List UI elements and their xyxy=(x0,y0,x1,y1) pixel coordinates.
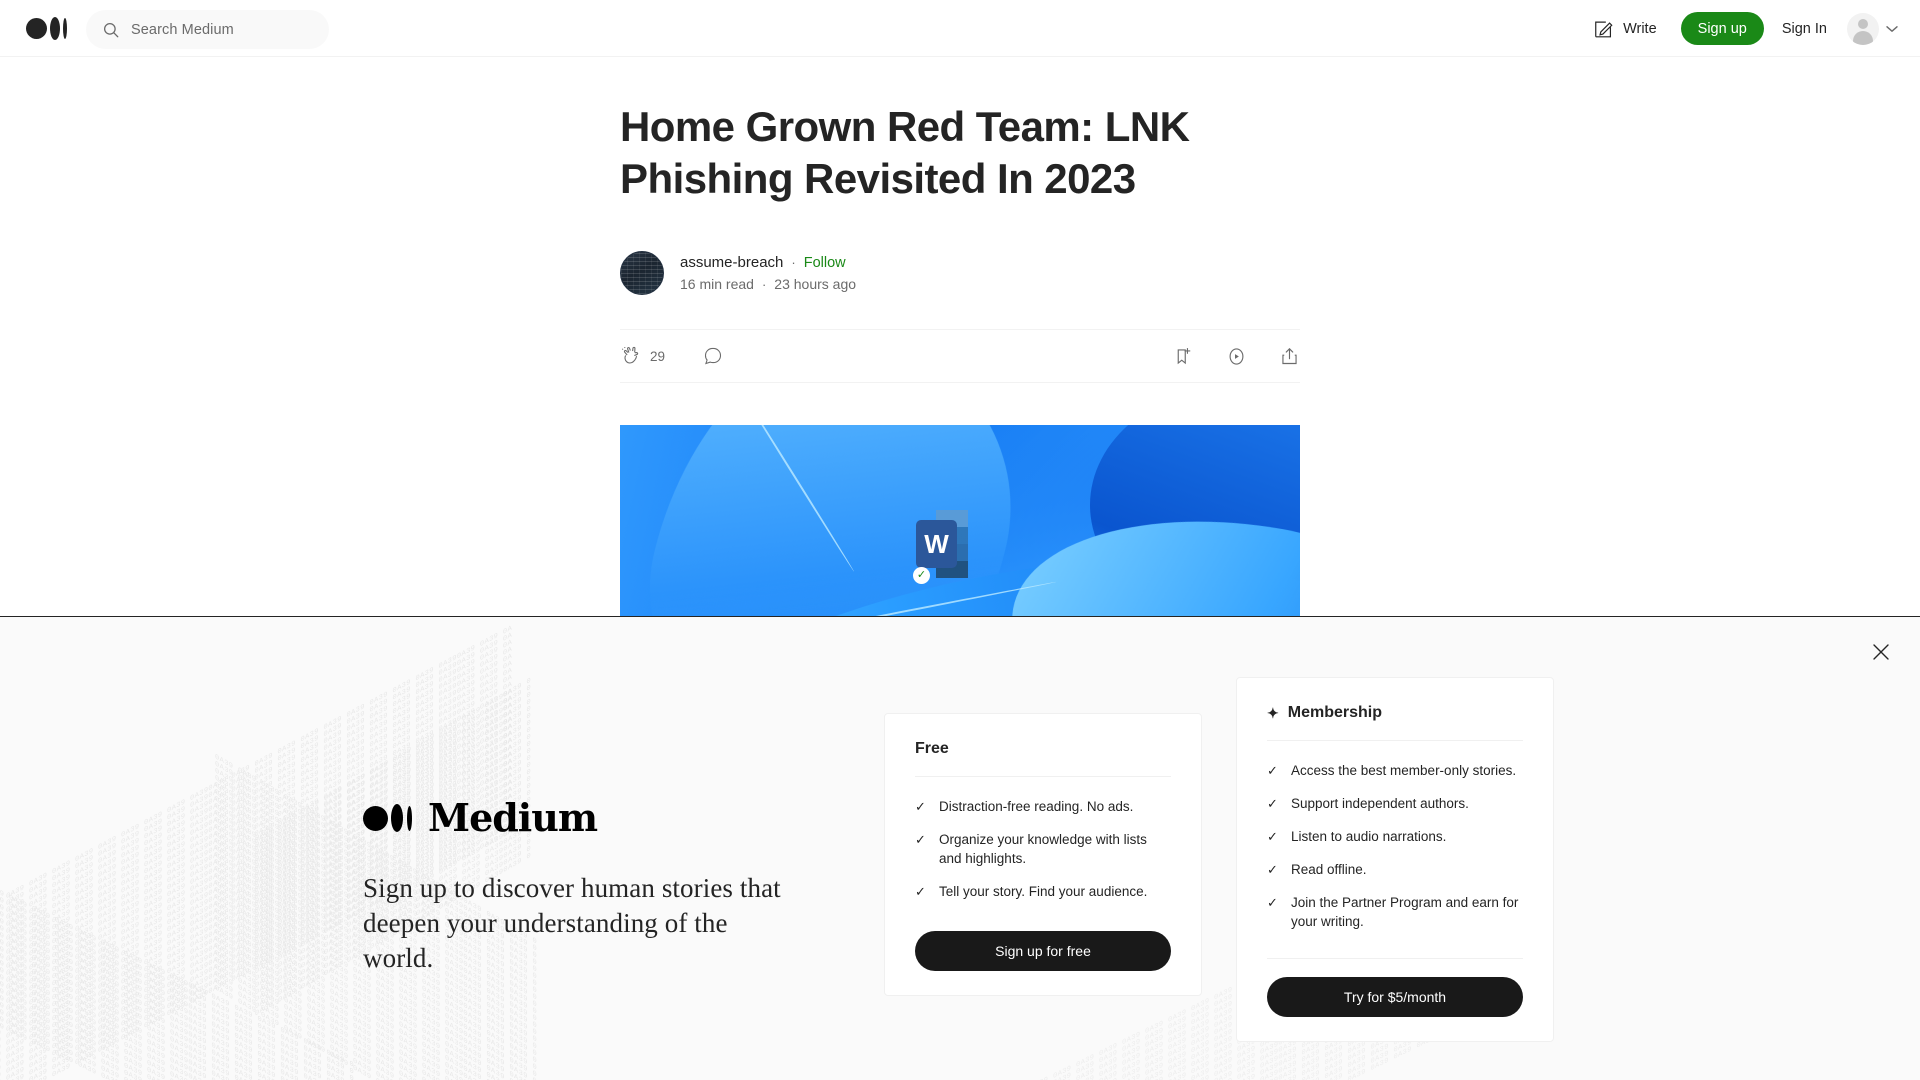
check-icon: ✓ xyxy=(1267,895,1278,910)
sparkle-icon: ✦ xyxy=(1267,705,1279,721)
check-icon: ✓ xyxy=(1267,763,1278,778)
check-icon: ✓ xyxy=(1267,796,1278,811)
free-card-title: Free xyxy=(915,740,949,757)
feature-text: Access the best member-only stories. xyxy=(1291,763,1517,778)
read-time: 16 min read xyxy=(680,276,754,292)
medium-logo-circle-medium xyxy=(50,17,60,40)
search-input[interactable]: Search Medium xyxy=(86,10,329,49)
author-avatar[interactable] xyxy=(620,251,664,295)
user-avatar-menu[interactable] xyxy=(1847,12,1898,45)
chevron-down-icon xyxy=(1886,25,1898,32)
list-item: ✓ Support independent authors. xyxy=(1267,794,1523,813)
medium-logo[interactable] xyxy=(26,16,74,41)
wordmark-circle-small xyxy=(407,806,412,831)
write-label: Write xyxy=(1623,20,1657,37)
medium-wordmark-logo xyxy=(363,803,419,833)
membership-plan-card: ✦ Membership ✓ Access the best member-on… xyxy=(1236,677,1554,1042)
signup-button[interactable]: Sign up xyxy=(1680,12,1764,45)
play-listen-icon xyxy=(1229,347,1244,365)
free-plan-card: Free ✓ Distraction-free reading. No ads.… xyxy=(884,713,1202,996)
list-item: ✓ Listen to audio narrations. xyxy=(1267,827,1523,846)
wordmark-circle-large xyxy=(363,806,388,831)
byline-separator: · xyxy=(791,255,796,270)
word-icon-tile: W xyxy=(916,520,957,568)
membership-cta-divider xyxy=(1267,958,1523,959)
search-icon xyxy=(103,22,119,37)
meta-separator: · xyxy=(761,277,767,292)
signin-button[interactable]: Sign In xyxy=(1764,21,1845,37)
wordmark-circle-medium xyxy=(391,804,403,832)
list-item: ✓ Read offline. xyxy=(1267,860,1523,879)
page-title: Home Grown Red Team: LNK Phishing Revisi… xyxy=(620,103,1190,202)
medium-logo-circle-small xyxy=(63,18,67,39)
banner-tagline: Sign up to discover human stories that d… xyxy=(363,873,781,973)
membership-feature-list: ✓ Access the best member-only stories. ✓… xyxy=(1267,761,1523,931)
list-item: ✓ Organize your knowledge with lists and… xyxy=(915,830,1171,868)
signup-banner: 0A39 0A39 0A39 0A39 0A39 0A39 0A39 0A39 … xyxy=(0,616,1920,1080)
follow-button[interactable]: Follow xyxy=(804,255,846,271)
published-date: 23 hours ago xyxy=(774,276,857,292)
banner-intro: Medium Sign up to discover human stories… xyxy=(363,799,793,976)
free-feature-list: ✓ Distraction-free reading. No ads. ✓ Or… xyxy=(915,797,1171,901)
list-item: ✓ Tell your story. Find your audience. xyxy=(915,882,1171,901)
medium-logo-circle-large xyxy=(26,18,47,39)
close-icon xyxy=(1873,644,1889,660)
feature-text: Distraction-free reading. No ads. xyxy=(939,799,1134,814)
comment-icon xyxy=(704,347,722,365)
medium-wordmark: Medium xyxy=(363,799,793,837)
microsoft-word-icon: W ✓ xyxy=(913,510,968,584)
bookmark-button[interactable] xyxy=(1173,346,1194,367)
avatar xyxy=(1847,12,1879,45)
membership-card-title: ✦ Membership xyxy=(1267,704,1523,722)
banner-content: Medium Sign up to discover human stories… xyxy=(0,617,1920,1080)
feature-text: Read offline. xyxy=(1291,862,1367,877)
comment-button[interactable] xyxy=(703,346,723,366)
verified-check-badge: ✓ xyxy=(913,567,930,584)
close-banner-button[interactable] xyxy=(1864,635,1898,669)
engagement-bar: 29 xyxy=(620,329,1300,383)
check-icon: ✓ xyxy=(1267,829,1278,844)
feature-text: Support independent authors. xyxy=(1291,796,1469,811)
list-item: ✓ Join the Partner Program and earn for … xyxy=(1267,893,1523,931)
bookmark-add-icon xyxy=(1177,347,1191,364)
author-name[interactable]: assume-breach xyxy=(680,254,783,271)
list-item: ✓ Distraction-free reading. No ads. xyxy=(915,797,1171,816)
clap-count: 29 xyxy=(650,348,666,364)
search-placeholder: Search Medium xyxy=(131,21,234,38)
feature-text: Tell your story. Find your audience. xyxy=(939,884,1148,899)
pencil-write-icon xyxy=(1595,21,1613,37)
clap-button[interactable]: 29 xyxy=(620,345,665,367)
try-membership-button[interactable]: Try for $5/month xyxy=(1267,977,1523,1017)
listen-button[interactable] xyxy=(1226,346,1247,367)
share-button[interactable] xyxy=(1279,346,1300,367)
check-icon: ✓ xyxy=(915,799,926,814)
signup-for-free-button[interactable]: Sign up for free xyxy=(915,931,1171,971)
check-glyph: ✓ xyxy=(916,569,927,581)
list-item: ✓ Access the best member-only stories. xyxy=(1267,761,1523,780)
site-header: Search Medium Write Sign up Sign In xyxy=(0,0,1920,57)
byline: assume-breach · Follow 16 min read · 23 … xyxy=(620,251,1300,295)
check-icon: ✓ xyxy=(915,884,926,899)
free-card-divider xyxy=(915,776,1171,777)
check-icon: ✓ xyxy=(915,832,926,847)
write-button[interactable]: Write xyxy=(1579,9,1671,49)
membership-card-divider xyxy=(1267,740,1523,741)
share-icon xyxy=(1282,347,1297,364)
wordmark-text: Medium xyxy=(428,795,598,840)
header-actions: Write Sign up Sign In xyxy=(1579,0,1898,57)
membership-title-text: Membership xyxy=(1287,704,1382,721)
check-icon: ✓ xyxy=(1267,862,1278,877)
feature-text: Listen to audio narrations. xyxy=(1291,829,1447,844)
clap-icon xyxy=(621,346,639,364)
feature-text: Join the Partner Program and earn for yo… xyxy=(1291,895,1519,929)
feature-text: Organize your knowledge with lists and h… xyxy=(939,832,1147,866)
